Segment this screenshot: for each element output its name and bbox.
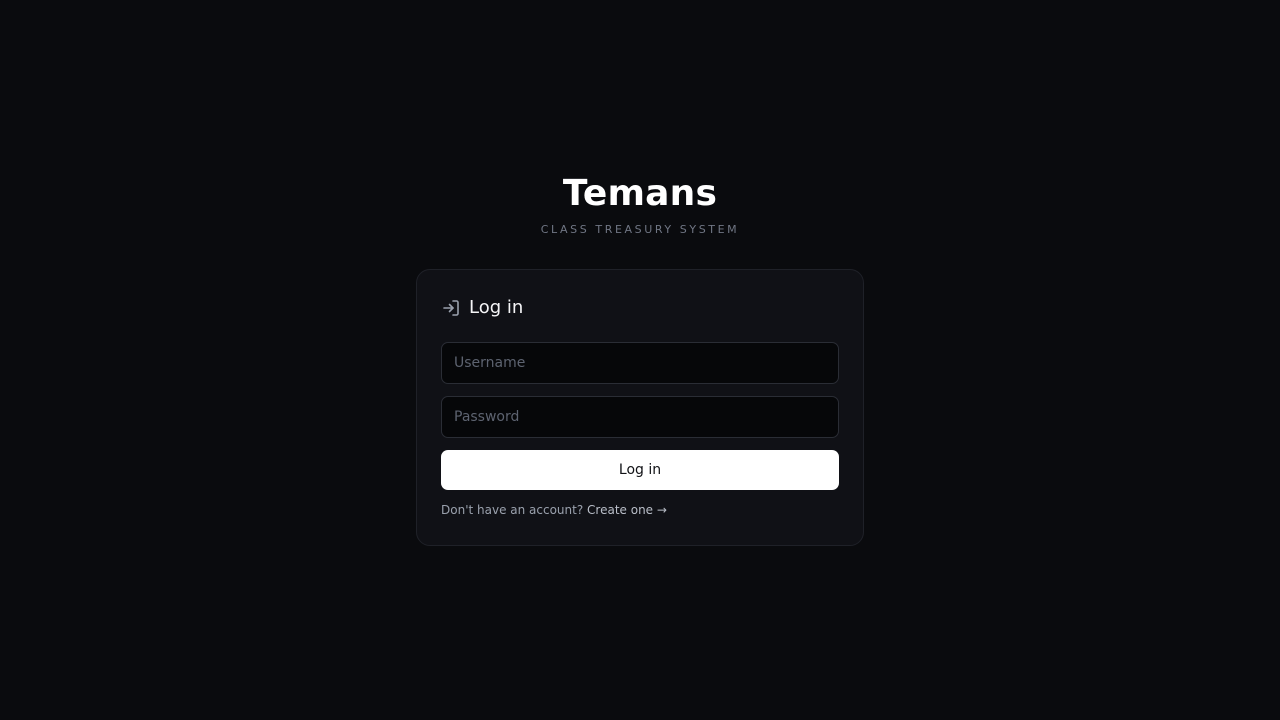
app-title: Temans xyxy=(562,173,718,214)
login-card-title: Log in xyxy=(469,297,524,318)
signup-prompt-text: Don't have an account? xyxy=(441,503,584,517)
password-input[interactable] xyxy=(441,396,839,438)
signup-prompt: Don't have an account? Create one → xyxy=(441,502,667,518)
login-arrow-icon xyxy=(443,300,459,316)
login-button[interactable]: Log in xyxy=(441,450,839,490)
brand-header: Temans CLASS TREASURY SYSTEM xyxy=(0,172,1280,237)
login-page: Temans CLASS TREASURY SYSTEM Log in Log … xyxy=(0,0,1280,720)
create-account-link[interactable]: Create one → xyxy=(587,503,667,517)
username-input[interactable] xyxy=(441,342,839,384)
login-card: Log in Log in Don't have an account? Cre… xyxy=(416,269,864,546)
app-subtitle: CLASS TREASURY SYSTEM xyxy=(540,223,740,236)
login-card-header: Log in xyxy=(441,296,523,320)
